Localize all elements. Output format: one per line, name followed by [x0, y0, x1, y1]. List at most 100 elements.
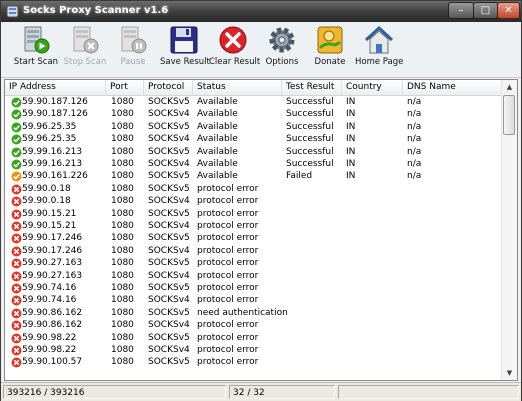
table-row[interactable]: 59.90.86.162 1080 SOCKSv5 need authenticati… [5, 307, 502, 319]
column-header-test-result[interactable]: Test Result [282, 80, 342, 95]
scroll-thumb[interactable] [503, 95, 515, 135]
save-result-button[interactable]: Save Result [160, 25, 210, 75]
cell-ip-address: 59.90.17.246 [22, 245, 83, 256]
column-header-status[interactable]: Status [193, 80, 282, 95]
cell-dns-name: n/a [407, 171, 422, 182]
column-header-dns-name[interactable]: DNS Name [403, 80, 502, 95]
cell-status: Available [197, 159, 238, 169]
cell-status: Available [197, 109, 238, 120]
table-row[interactable]: 59.90.86.162 1080 SOCKSv4 protocol error [5, 319, 502, 331]
cell-protocol: SOCKSv5 [148, 283, 190, 293]
cell-ip-address: 59.90.74.16 [22, 283, 77, 293]
cell-protocol: SOCKSv4 [148, 109, 190, 120]
table-row[interactable]: 59.99.16.213 1080 SOCKSv4 Available Successf… [5, 158, 502, 170]
table-row[interactable]: 59.90.100.57 1080 SOCKSv5 protocol error [5, 356, 502, 368]
cell-ip-address: 59.90.17.246 [22, 233, 83, 244]
table-row[interactable]: 59.90.15.21 1080 SOCKSv5 protocol error [5, 208, 502, 220]
title-bar[interactable]: Socks Proxy Scanner v1.6 – □ ✕ [1, 1, 521, 22]
error-status-icon [11, 271, 22, 282]
success-status-icon [11, 147, 22, 158]
table-row[interactable]: 59.90.187.126 1080 SOCKSv4 Available Success… [5, 108, 502, 120]
vertical-scrollbar[interactable]: ▲ ▼ [501, 80, 517, 380]
status-progress-count: 393216 / 393216 [3, 385, 226, 399]
table-row[interactable]: 59.90.27.163 1080 SOCKSv4 protocol error [5, 270, 502, 282]
cell-ip-address: 59.90.86.162 [22, 307, 83, 318]
cell-status: Available [197, 171, 238, 182]
cell-status: protocol error [197, 320, 259, 331]
minimize-button[interactable]: – [448, 2, 474, 19]
table-row[interactable]: 59.90.74.16 1080 SOCKSv5 protocol error [5, 282, 502, 294]
error-status-icon [11, 295, 22, 306]
cell-port: 1080 [111, 258, 134, 269]
options-button[interactable]: Options [258, 25, 306, 75]
cell-status: Available [197, 121, 238, 132]
error-status-icon [11, 209, 22, 220]
cell-protocol: SOCKSv4 [148, 320, 190, 331]
cell-ip-address: 59.90.0.18 [22, 196, 71, 207]
table-row[interactable]: 59.90.74.16 1080 SOCKSv4 protocol error [5, 294, 502, 306]
cell-status: Available [197, 97, 238, 107]
close-button[interactable]: ✕ [497, 2, 520, 19]
cell-status: protocol error [197, 233, 259, 244]
column-header-country[interactable]: Country [342, 80, 403, 95]
cell-status: protocol error [197, 270, 259, 281]
cell-dns-name: n/a [407, 159, 422, 169]
start-scan-button[interactable]: Start Scan [12, 25, 60, 75]
table-row[interactable]: 59.96.25.35 1080 SOCKSv4 Available Successfu… [5, 133, 502, 145]
stop-scan-button[interactable]: Stop Scan [61, 25, 109, 75]
cell-port: 1080 [111, 245, 134, 256]
cell-ip-address: 59.90.98.22 [22, 332, 77, 343]
column-header-protocol[interactable]: Protocol [144, 80, 193, 95]
cell-ip-address: 59.90.187.126 [22, 97, 88, 107]
success-status-icon [11, 122, 22, 133]
clear-result-button[interactable]: Clear Result [209, 25, 261, 75]
table-row[interactable]: 59.90.98.22 1080 SOCKSv5 protocol error [5, 332, 502, 344]
scroll-up-arrow[interactable]: ▲ [503, 80, 516, 94]
error-status-icon [11, 196, 22, 207]
table-row[interactable]: 59.90.0.18 1080 SOCKSv4 protocol error [5, 195, 502, 207]
column-header-ip-address[interactable]: IP Address [5, 80, 106, 95]
cell-test-result: Successful [286, 121, 334, 132]
table-row[interactable]: 59.99.16.213 1080 SOCKSv5 Available Successf… [5, 146, 502, 158]
cell-port: 1080 [111, 283, 134, 293]
table-row[interactable]: 59.90.17.246 1080 SOCKSv4 protocol error [5, 245, 502, 257]
clear-result-label: Clear Result [209, 57, 261, 67]
scroll-down-arrow[interactable]: ▼ [503, 366, 516, 380]
cell-ip-address: 59.90.27.163 [22, 258, 83, 269]
table-row[interactable]: 59.90.17.246 1080 SOCKSv5 protocol error [5, 232, 502, 244]
table-row[interactable]: 59.90.27.163 1080 SOCKSv5 protocol error [5, 257, 502, 269]
start-scan-icon [24, 26, 50, 54]
cell-protocol: SOCKSv5 [148, 357, 190, 368]
cell-ip-address: 59.90.98.22 [22, 345, 77, 355]
cell-protocol: SOCKSv5 [148, 208, 190, 219]
column-header-port[interactable]: Port [106, 80, 144, 95]
success-status-icon [11, 159, 22, 170]
table-row[interactable]: 59.96.25.35 1080 SOCKSv5 Available Successfu… [5, 121, 502, 133]
cell-protocol: SOCKSv4 [148, 221, 190, 231]
table-row[interactable]: 59.90.98.22 1080 SOCKSv4 protocol error [5, 344, 502, 356]
donate-button[interactable]: Donate [306, 25, 354, 75]
stop-scan-label: Stop Scan [63, 57, 107, 67]
cell-port: 1080 [111, 233, 134, 244]
floppy-disk-icon [170, 26, 198, 54]
cell-port: 1080 [111, 121, 134, 132]
app-icon [6, 5, 19, 18]
cell-protocol: SOCKSv4 [148, 159, 190, 169]
home-page-button[interactable]: Home Page [355, 25, 403, 75]
cell-country: IN [346, 171, 356, 182]
table-row[interactable]: 59.90.15.21 1080 SOCKSv4 protocol error [5, 220, 502, 232]
maximize-button[interactable]: □ [473, 2, 498, 19]
list-header: IP Address Port Protocol Status Test Res… [5, 80, 502, 96]
cell-protocol: SOCKSv4 [148, 345, 190, 355]
table-row[interactable]: 59.90.161.226 1080 SOCKSv5 Available Failed I… [5, 170, 502, 182]
pause-button[interactable]: Pause [109, 25, 157, 75]
toolbar: Start Scan Stop Scan Pause Save Result C… [1, 22, 521, 78]
cell-port: 1080 [111, 97, 134, 107]
error-status-icon [11, 345, 22, 356]
proxy-results-list[interactable]: IP Address Port Protocol Status Test Res… [4, 79, 518, 381]
cell-port: 1080 [111, 307, 134, 318]
table-row[interactable]: 59.90.0.18 1080 SOCKSv5 protocol error [5, 183, 502, 195]
cell-ip-address: 59.90.161.226 [22, 171, 88, 182]
cell-status: protocol error [197, 332, 259, 343]
table-row[interactable]: 59.90.187.126 1080 SOCKSv5 Available Success… [5, 96, 502, 108]
